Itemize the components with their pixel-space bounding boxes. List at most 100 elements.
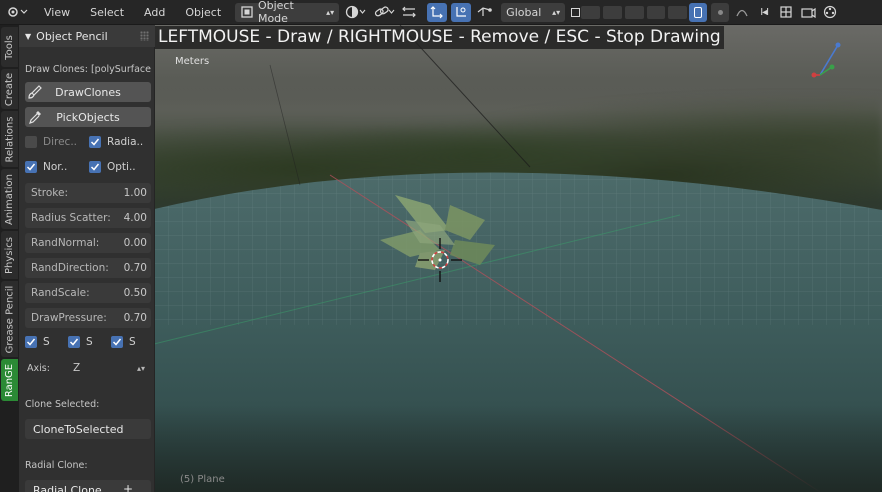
measure-icon: I◂I [760, 6, 769, 18]
mode-dropdown[interactable]: Object Mode ▴▾ [235, 0, 340, 25]
falloff-toggle[interactable] [731, 3, 753, 22]
xray-toggle[interactable] [689, 2, 708, 22]
s-checkbox-1[interactable]: S [25, 336, 68, 348]
tab-label: RanGE [4, 363, 16, 397]
panel-title: Object Pencil [36, 29, 108, 43]
grid-icon [780, 6, 792, 18]
transform-gizmo-scale-toggle[interactable] [473, 3, 495, 22]
link-button[interactable] [371, 3, 399, 22]
scale-gizmo-icon [477, 7, 492, 16]
axis-dropdown[interactable]: Z ▴▾ [67, 358, 149, 378]
xray-icon [694, 6, 703, 18]
shading-icon [346, 5, 366, 19]
field-value: 4.00 [123, 212, 147, 224]
tab-animation[interactable]: Animation [1, 169, 18, 229]
blender-window: LEFTMOUSE - Draw / RIGHTMOUSE - Remove /… [0, 0, 882, 492]
stroke-field[interactable]: Stroke: 1.00 [25, 183, 151, 203]
transform-gizmo-move-toggle[interactable] [427, 2, 448, 22]
viewport-header: View Select Add Object Object Mode ▴▾ Gl… [0, 0, 882, 25]
field-value: 0.00 [123, 237, 147, 249]
field-value: 0.70 [123, 312, 147, 324]
transform-gizmo-rotate-toggle[interactable] [451, 2, 472, 22]
dot-icon [717, 9, 723, 15]
link-icon [375, 6, 395, 17]
film-reel-icon [824, 5, 837, 19]
tab-range[interactable]: RanGE [1, 359, 18, 401]
menu-select[interactable]: Select [80, 3, 134, 22]
collapse-arrow-icon: ▼ [25, 31, 32, 41]
s-checkbox-3[interactable]: S [111, 336, 136, 348]
field-label: Stroke: [31, 187, 68, 199]
field-label: RandScale: [31, 287, 90, 299]
checkbox-checked-icon [25, 336, 37, 348]
s-label: S [86, 336, 93, 348]
s-checkbox-2[interactable]: S [68, 336, 111, 348]
tab-grease-pencil[interactable]: Grease Pencil [1, 281, 18, 357]
field-value: 0.50 [123, 287, 147, 299]
grid-toggle[interactable] [775, 3, 797, 22]
rand-direction-field[interactable]: RandDirection: 0.70 [25, 258, 151, 278]
object-mode-icon [241, 6, 253, 18]
object-pencil-panel: ▼ Object Pencil Draw Clones: [polySurfac… [19, 25, 155, 492]
move-gizmo-icon [430, 6, 444, 19]
add-icon: + [122, 482, 133, 492]
draw-clones-label-text: DrawClones [55, 85, 121, 99]
normal-checkbox[interactable]: Nor.. [25, 161, 89, 173]
pick-objects-button[interactable]: PickObjects [25, 107, 151, 127]
optimize-label: Opti.. [107, 161, 136, 173]
radial-clone-button[interactable]: Radial Clone + [25, 480, 151, 492]
proportional-edit-toggle[interactable] [711, 2, 730, 22]
overlay-toggle-5-icon[interactable] [668, 5, 688, 19]
mode-label: Object Mode [257, 0, 294, 25]
pivot-arrows-icon [402, 6, 417, 18]
eyedropper-icon [29, 111, 41, 124]
tab-label: Create [4, 72, 16, 106]
tab-relations[interactable]: Relations [1, 111, 18, 167]
radius-scatter-field[interactable]: Radius Scatter: 4.00 [25, 208, 151, 228]
clone-to-selected-button[interactable]: CloneToSelected [25, 419, 151, 439]
field-label: RandNormal: [31, 237, 100, 249]
radial-label: Radia.. [107, 136, 144, 148]
overlay-toggle-1-icon[interactable] [581, 5, 600, 19]
s-label: S [43, 336, 50, 348]
direction-checkbox[interactable]: Direc.. [25, 136, 89, 148]
tab-label: Grease Pencil [4, 285, 15, 353]
editor-type-icon [8, 7, 28, 17]
draw-pressure-field[interactable]: DrawPressure: 0.70 [25, 308, 151, 328]
rand-scale-field[interactable]: RandScale: 0.50 [25, 283, 151, 303]
radial-checkbox[interactable]: Radia.. [89, 136, 143, 148]
tab-physics[interactable]: Physics [1, 231, 18, 279]
overlay-toggle-4-icon[interactable] [646, 5, 666, 19]
field-value: 0.70 [123, 262, 147, 274]
measure-toggle[interactable]: I◂I [753, 3, 775, 22]
rotate-gizmo-icon [456, 7, 467, 17]
menu-object[interactable]: Object [175, 3, 231, 22]
tab-label: Tools [4, 34, 16, 60]
transform-pivot-button[interactable] [399, 3, 419, 22]
overlay-toggle-3-icon[interactable] [624, 5, 644, 19]
field-label: Radius Scatter: [31, 212, 111, 224]
orientation-dropdown[interactable]: Global ▴▾ [501, 2, 566, 22]
clone-selected-label: Clone Selected: [25, 399, 100, 410]
overlay-toggle-2-icon[interactable] [602, 5, 622, 19]
editor-type-button[interactable] [0, 3, 34, 22]
viewport-shading-button[interactable] [341, 3, 371, 22]
menu-view[interactable]: View [34, 3, 80, 22]
menu-add[interactable]: Add [134, 3, 175, 22]
tab-create[interactable]: Create [1, 69, 18, 109]
draw-clones-button[interactable]: DrawClones [25, 82, 151, 102]
tab-tools[interactable]: Tools [1, 27, 18, 67]
field-value: 1.00 [123, 187, 147, 199]
pick-objects-label-text: PickObjects [56, 110, 120, 124]
drag-grip-icon[interactable] [140, 31, 149, 41]
snap-toggle[interactable] [569, 3, 581, 22]
checkbox-checked-icon [111, 336, 123, 348]
optimize-checkbox[interactable]: Opti.. [89, 161, 136, 173]
render-toggle[interactable] [797, 3, 819, 22]
dropdown-arrows-icon: ▴▾ [136, 363, 145, 373]
panel-header[interactable]: ▼ Object Pencil [19, 25, 155, 47]
camera-icon [801, 7, 816, 19]
radial-clone-label-text: Radial Clone [33, 483, 102, 492]
rand-normal-field[interactable]: RandNormal: 0.00 [25, 233, 151, 253]
film-toggle[interactable] [819, 3, 841, 22]
